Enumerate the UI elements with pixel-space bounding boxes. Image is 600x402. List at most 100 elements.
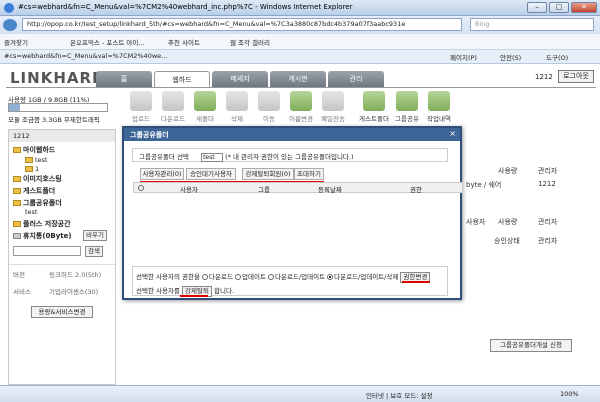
close-window-button[interactable]: ✕ — [571, 2, 597, 13]
tree-item-my-webhard[interactable]: 마이웹하드 — [13, 145, 55, 155]
change-plan-button[interactable]: 용량&서비스변경 — [31, 306, 93, 318]
folder-select-note: (* 내 관리자 권한이 있는 그룹공유폴더입니다.) — [225, 153, 354, 161]
folder-icon — [25, 157, 33, 163]
modal-close-button[interactable]: × — [449, 129, 456, 138]
tab-kicked-users[interactable]: 강제탈퇴회원(0) — [242, 168, 294, 180]
rename-tool[interactable]: 이름변경 — [286, 91, 316, 123]
favorite-suggested-sites[interactable]: 추천 사이트 — [168, 37, 200, 47]
folder-icon — [13, 200, 21, 206]
new-folder-tool[interactable]: 새폴더 — [190, 91, 220, 123]
trash-icon — [13, 233, 21, 239]
tree-item-group-test[interactable]: test — [25, 208, 37, 216]
bg-header-usage: 사용량 — [498, 167, 518, 175]
user-table-header: 사용자 그룹 등록날짜 권한 — [133, 182, 463, 194]
tab-user-management[interactable]: 사용자관리(0) — [140, 168, 184, 180]
logout-button[interactable]: 로그아웃 — [558, 70, 594, 83]
user-id-label: 1212 — [535, 73, 553, 81]
address-bar-row: http://opop.co.kr/test_setup/linkhard_5t… — [0, 16, 600, 34]
minimize-button[interactable]: – — [527, 2, 547, 13]
usage-progress-bar — [8, 103, 108, 112]
bg-cell-admin: 1212 — [538, 180, 556, 188]
col-date: 등록날짜 — [318, 186, 342, 194]
empty-trash-button[interactable]: 비우기 — [83, 230, 107, 241]
tree-item-test[interactable]: test — [25, 156, 47, 164]
folder-search-button[interactable]: 검색 — [85, 246, 103, 257]
new-folder-icon — [194, 91, 216, 111]
move-tool[interactable]: 이동 — [254, 91, 284, 123]
usage-fill — [9, 104, 20, 111]
request-group-folder-button[interactable]: 그룹공유폴더개설 신청 — [490, 339, 572, 352]
search-input[interactable]: Bing — [470, 18, 594, 31]
perm-radio-download-update[interactable] — [268, 274, 275, 280]
bg-header-admin: 관리자 — [538, 167, 558, 175]
tab-pending-users[interactable]: 승인대기사용자(0) — [186, 168, 236, 188]
browser-tab[interactable]: #cs=webhard&fn=C_Menu&val=%7CM2%40we... — [4, 52, 167, 60]
tree-item-trash[interactable]: 휴지통(0Byte) — [13, 231, 72, 241]
folder-select-row: 그룹공유폴더 선택 test (* 내 관리자 권한이 있는 그룹공유폴더입니다… — [132, 148, 448, 162]
security-zone: 인터넷 | 보호 모드: 설정 — [366, 392, 433, 400]
tree-item-guest-folder[interactable]: 게스트폴더 — [13, 186, 55, 196]
zoom-level[interactable]: 100% — [560, 390, 579, 398]
bg-header-admin-2: 관리자 — [538, 218, 558, 226]
bg-status-label: 승인상태 — [494, 237, 520, 245]
delete-icon — [226, 91, 248, 111]
rename-icon — [290, 91, 312, 111]
window-titlebar: #cs=webhard&fn=C_Menu&val=%7CM2%40webhar… — [0, 0, 600, 16]
move-icon — [258, 91, 280, 111]
version-label: 버전 — [13, 271, 25, 279]
tree-item-image-hosting[interactable]: 이미지호스팅 — [13, 174, 62, 184]
folder-icon — [13, 147, 21, 153]
nav-tab-message[interactable]: 메세지 — [212, 71, 268, 87]
bg-cell-usage: byte / 쉐어 — [466, 181, 502, 189]
safety-menu[interactable]: 안전(S) — [500, 52, 521, 62]
favorite-link-onoffmix[interactable]: 온오프믹스 - 포스트 아이... — [70, 37, 145, 47]
nav-tab-home[interactable]: 홈 — [96, 71, 152, 87]
panel-header: 1212 — [9, 130, 115, 142]
perm-radio-download-update-delete[interactable] — [327, 274, 334, 280]
quota-text: 모듈 조금쯤 3.3GB 무제한트래픽 — [8, 116, 100, 124]
bg-header-usage-2: 사용량 — [498, 218, 518, 226]
favorites-button[interactable]: 즐겨찾기 — [4, 37, 28, 47]
tools-menu[interactable]: 도구(O) — [546, 52, 568, 62]
header-divider — [6, 87, 596, 88]
modal-title: 그룹공유폴더 — [124, 128, 460, 141]
nav-tab-webhard[interactable]: 웹하드 — [154, 71, 210, 87]
download-icon — [162, 91, 184, 111]
perm-radio-update[interactable] — [235, 274, 242, 280]
upload-tool[interactable]: 업로드 — [126, 91, 156, 123]
folder-select[interactable]: test — [201, 152, 224, 162]
nav-tab-board[interactable]: 게시판 — [270, 71, 326, 87]
maximize-button[interactable]: □ — [549, 2, 569, 13]
perm-radio-download[interactable] — [202, 274, 209, 280]
tree-item-group-share[interactable]: 그룹공유폴더 — [13, 198, 62, 208]
group-share-tool[interactable]: 그룹공유 — [392, 91, 422, 123]
history-tool[interactable]: 작업내역 — [424, 91, 454, 123]
guest-folder-tool[interactable]: 게스트폴더 — [356, 91, 392, 123]
mail-send-tool[interactable]: 폐일전송 — [318, 91, 348, 123]
bg-header-user: 사용자 — [466, 218, 486, 226]
tree-item-plus-storage[interactable]: 플러스 저장공간 — [13, 219, 71, 229]
favorite-web-slice-gallery[interactable]: 웹 조각 갤러리 — [230, 37, 270, 47]
select-all-checkbox[interactable] — [138, 185, 144, 191]
browser-tab-row: #cs=webhard&fn=C_Menu&val=%7CM2%40we... … — [0, 50, 600, 64]
delete-tool[interactable]: 삭제 — [222, 91, 252, 123]
folder-search-input[interactable] — [13, 246, 81, 256]
history-icon — [428, 91, 450, 111]
window-title: #cs=webhard&fn=C_Menu&val=%7CM2%40webhar… — [18, 3, 353, 11]
folder-icon — [13, 221, 21, 227]
back-icon[interactable] — [3, 19, 17, 31]
col-user: 사용자 — [180, 186, 198, 194]
address-input[interactable]: http://opop.co.kr/test_setup/linkhard_5t… — [22, 18, 462, 31]
page-menu[interactable]: 페이지(P) — [450, 52, 477, 62]
tree-item-1[interactable]: 1 — [25, 165, 39, 173]
download-tool[interactable]: 다운로드 — [158, 91, 188, 123]
guest-folder-icon — [363, 91, 385, 111]
nav-tab-admin[interactable]: 관리 — [328, 71, 384, 87]
highlight-underline-permission — [402, 281, 430, 283]
browser-statusbar: 인터넷 | 보호 모드: 설정 100% — [0, 385, 600, 402]
tab-invite[interactable]: 초대하기 — [294, 168, 324, 180]
folder-icon — [25, 166, 33, 172]
bg-admin-label: 관리자 — [538, 237, 558, 245]
panel-divider — [9, 264, 115, 265]
service-value: 기업라이센스(30) — [49, 288, 99, 296]
